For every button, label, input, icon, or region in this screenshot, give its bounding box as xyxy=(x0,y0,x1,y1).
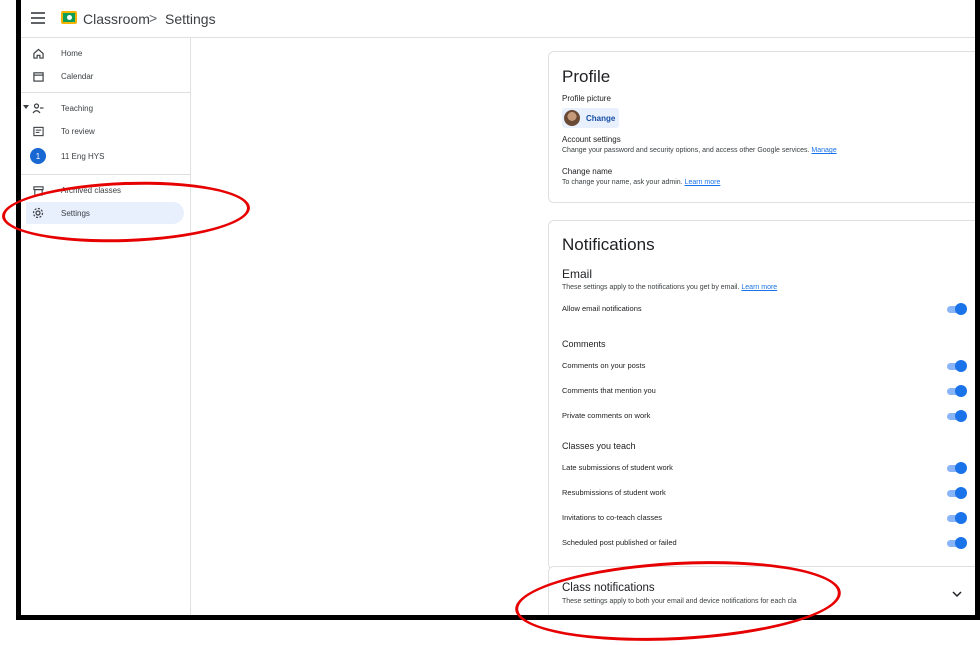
change-name-description: To change your name, ask your admin. Lea… xyxy=(562,179,720,186)
class-avatar: 1 xyxy=(30,148,46,164)
sidebar-item-label: Home xyxy=(61,48,83,58)
profile-title: Profile xyxy=(562,67,611,86)
invitations-toggle[interactable] xyxy=(947,512,967,524)
home-icon xyxy=(31,46,45,60)
sidebar-item-home[interactable]: Home xyxy=(26,42,184,64)
classroom-logo[interactable] xyxy=(61,11,77,24)
resubmissions-label: Resubmissions of student work xyxy=(562,488,666,497)
sidebar-item-settings[interactable]: Settings xyxy=(26,202,184,224)
class-notifications-description: These settings apply to both your email … xyxy=(562,598,797,605)
sidebar-item-label: Teaching xyxy=(61,103,94,113)
sidebar-item-label: Archived classes xyxy=(61,185,122,195)
sidebar-item-label: 11 Eng HYS xyxy=(61,151,105,161)
comments-heading: Comments xyxy=(562,339,606,349)
private-comments-label: Private comments on work xyxy=(562,411,651,420)
sidebar-item-to-review[interactable]: To review xyxy=(26,120,184,142)
chevron-down-icon[interactable] xyxy=(952,590,962,601)
sidebar-divider xyxy=(21,174,190,175)
name-desc-text: To change your name, ask your admin. xyxy=(562,179,683,186)
class-notifications-card[interactable]: Class notifications These settings apply… xyxy=(548,566,975,615)
breadcrumb-current-page: Settings xyxy=(165,11,216,27)
scheduled-post-toggle[interactable] xyxy=(947,537,967,549)
screenshot-frame: Classroom > Settings Home Calendar Teach… xyxy=(16,0,980,620)
account-settings-description: Change your password and security option… xyxy=(562,147,837,154)
comments-posts-toggle[interactable] xyxy=(947,360,967,372)
sidebar-item-label: Calendar xyxy=(61,71,94,81)
late-submissions-label: Late submissions of student work xyxy=(562,463,673,472)
notifications-title: Notifications xyxy=(562,235,655,254)
sidebar-item-archived[interactable]: Archived classes xyxy=(26,179,184,201)
profile-picture-label: Profile picture xyxy=(562,94,611,103)
menu-icon[interactable] xyxy=(31,12,45,24)
sidebar-item-label: To review xyxy=(61,126,95,136)
notifications-card: Notifications Email These settings apply… xyxy=(548,220,975,570)
classes-heading: Classes you teach xyxy=(562,441,636,451)
allow-email-label: Allow email notifications xyxy=(562,304,642,313)
manage-link[interactable]: Manage xyxy=(811,147,836,154)
avatar xyxy=(564,110,580,126)
account-settings-label: Account settings xyxy=(562,135,621,144)
breadcrumb-separator-icon: > xyxy=(149,10,158,26)
comments-mention-toggle[interactable] xyxy=(947,385,967,397)
teaching-icon xyxy=(31,101,45,115)
change-name-label: Change name xyxy=(562,167,613,176)
comments-posts-label: Comments on your posts xyxy=(562,361,646,370)
to-review-icon xyxy=(31,124,45,138)
email-desc-text: These settings apply to the notification… xyxy=(562,284,740,291)
sidebar-item-label: Settings xyxy=(61,208,90,218)
late-submissions-toggle[interactable] xyxy=(947,462,967,474)
sidebar-divider xyxy=(21,92,190,93)
invitations-label: Invitations to co-teach classes xyxy=(562,513,663,522)
archive-icon xyxy=(31,183,45,197)
sidebar-item-calendar[interactable]: Calendar xyxy=(26,65,184,87)
class-notifications-title: Class notifications xyxy=(562,582,655,594)
comments-mention-label: Comments that mention you xyxy=(562,386,656,395)
app-title[interactable]: Classroom xyxy=(83,11,150,27)
resubmissions-toggle[interactable] xyxy=(947,487,967,499)
email-learn-more-link[interactable]: Learn more xyxy=(741,284,777,291)
private-comments-toggle[interactable] xyxy=(947,410,967,422)
calendar-icon xyxy=(31,69,45,83)
email-heading: Email xyxy=(562,267,593,281)
gear-icon xyxy=(31,206,45,220)
sidebar-item-teaching[interactable]: Teaching xyxy=(23,97,184,119)
allow-email-toggle[interactable] xyxy=(947,303,967,315)
change-picture-button[interactable]: Change xyxy=(562,108,620,128)
scheduled-post-label: Scheduled post published or failed xyxy=(562,538,677,547)
sidebar: Home Calendar Teaching To review 1 11 En… xyxy=(21,38,191,615)
app-header: Classroom > Settings xyxy=(21,0,975,38)
change-button-label: Change xyxy=(586,113,616,123)
profile-card: Profile Profile picture Change Account s… xyxy=(548,51,975,203)
account-desc-text: Change your password and security option… xyxy=(562,147,810,154)
expand-caret-icon[interactable] xyxy=(23,105,29,109)
email-description: These settings apply to the notification… xyxy=(562,284,777,291)
sidebar-item-class[interactable]: 1 11 Eng HYS xyxy=(26,145,184,167)
learn-more-link[interactable]: Learn more xyxy=(685,179,721,186)
